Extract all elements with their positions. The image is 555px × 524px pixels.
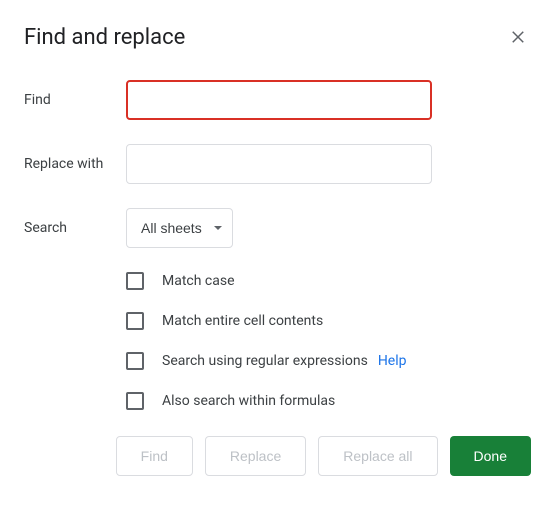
replace-input[interactable]: [126, 144, 432, 184]
replace-label: Replace with: [24, 156, 126, 172]
button-bar: Find Replace Replace all Done: [24, 436, 531, 476]
close-icon: [509, 28, 527, 46]
done-button[interactable]: Done: [450, 436, 531, 476]
close-button[interactable]: [505, 24, 531, 50]
match-case-row: Match case: [126, 272, 531, 290]
replace-all-button[interactable]: Replace all: [318, 436, 437, 476]
search-scope-select[interactable]: All sheets: [126, 208, 233, 248]
regex-row: Search using regular expressions Help: [126, 352, 531, 370]
regex-checkbox[interactable]: [126, 352, 144, 370]
dialog-title: Find and replace: [24, 25, 185, 50]
match-entire-row: Match entire cell contents: [126, 312, 531, 330]
search-row: Search All sheets: [24, 208, 531, 248]
match-entire-checkbox[interactable]: [126, 312, 144, 330]
chevron-down-icon: [214, 226, 222, 230]
regex-label: Search using regular expressions: [162, 353, 368, 369]
find-replace-dialog: Find and replace Find Replace with Searc…: [0, 0, 555, 500]
formulas-row: Also search within formulas: [126, 392, 531, 410]
find-label: Find: [24, 92, 126, 108]
formulas-label: Also search within formulas: [162, 393, 335, 409]
search-scope-value: All sheets: [141, 220, 202, 236]
find-button[interactable]: Find: [116, 436, 193, 476]
replace-button[interactable]: Replace: [205, 436, 306, 476]
match-case-checkbox[interactable]: [126, 272, 144, 290]
options-group: Match case Match entire cell contents Se…: [126, 272, 531, 410]
match-case-label: Match case: [162, 273, 235, 289]
search-label: Search: [24, 220, 126, 236]
regex-help-link[interactable]: Help: [378, 353, 407, 369]
search-scope-select-wrap: All sheets: [126, 208, 233, 248]
formulas-checkbox[interactable]: [126, 392, 144, 410]
find-row: Find: [24, 80, 531, 120]
match-entire-label: Match entire cell contents: [162, 313, 323, 329]
find-input[interactable]: [126, 80, 432, 120]
dialog-header: Find and replace: [24, 24, 531, 50]
replace-row: Replace with: [24, 144, 531, 184]
